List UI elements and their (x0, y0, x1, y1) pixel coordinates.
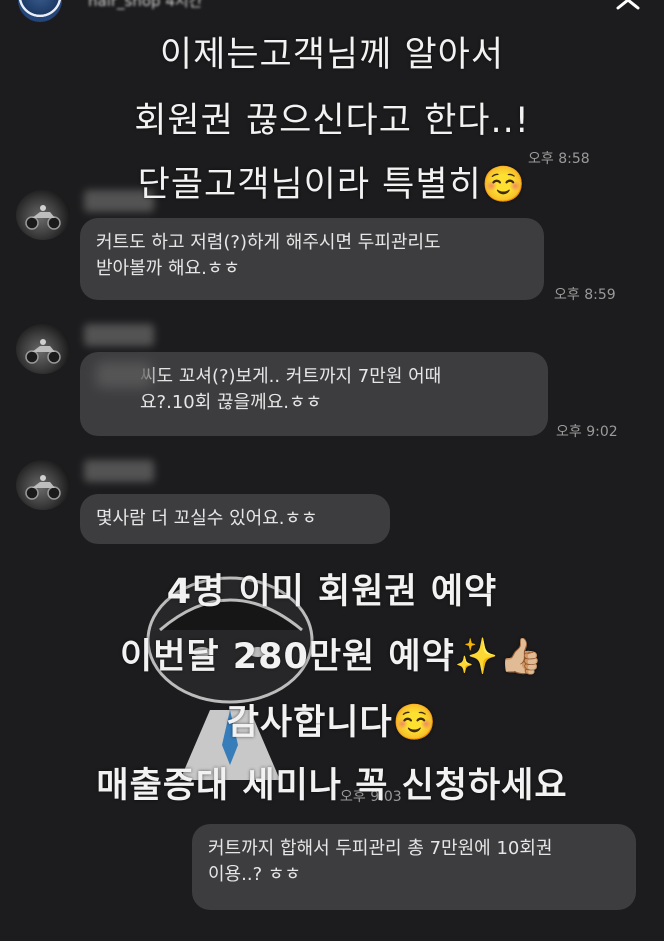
story-header: hair_shop 4시간 (0, 0, 664, 22)
chat-bubble-sent[interactable]: 커트까지 합해서 두피관리 총 7만원에 10회권 이용..? ㅎㅎ (192, 824, 636, 910)
chat-bubble-received[interactable]: 몇사람 더 꼬실수 있어요.ㅎㅎ (80, 494, 390, 544)
message-time: 오후 9:02 (556, 424, 618, 440)
overlay-text-line: 매출증대 세미나 꼭 신청하세요 (96, 766, 568, 806)
atv-icon (25, 475, 61, 500)
story-username[interactable]: hair_shop 4시간 (88, 0, 203, 11)
atv-icon (25, 205, 61, 230)
overlay-text-line: 감사합니다☺️ (226, 703, 438, 743)
overlay-text-line: 회원권 끊으신다고 한다..! (134, 101, 530, 141)
overlay-text-line: 이번달 280만원 예약✨👍🏼 (120, 637, 544, 677)
chat-bubble-received[interactable]: 커트도 하고 저렴(?)하게 해주시면 두피관리도 받아볼까 해요.ㅎㅎ (80, 218, 544, 300)
overlay-text-line: 이제는고객님께 알아서 (159, 35, 505, 75)
avatar[interactable] (16, 324, 70, 374)
sender-name (84, 324, 154, 346)
message-time: 오후 8:59 (554, 287, 616, 303)
avatar[interactable] (16, 460, 70, 510)
atv-icon (25, 339, 61, 364)
overlay-text-line: 단골고객님이라 특별히☺️ (137, 165, 527, 205)
overlay-text-line: 4명 이미 회원권 예약 (166, 572, 498, 612)
story-avatar[interactable] (18, 0, 62, 22)
close-icon[interactable] (614, 0, 648, 12)
sender-name (84, 460, 154, 482)
redacted-name (96, 362, 152, 388)
